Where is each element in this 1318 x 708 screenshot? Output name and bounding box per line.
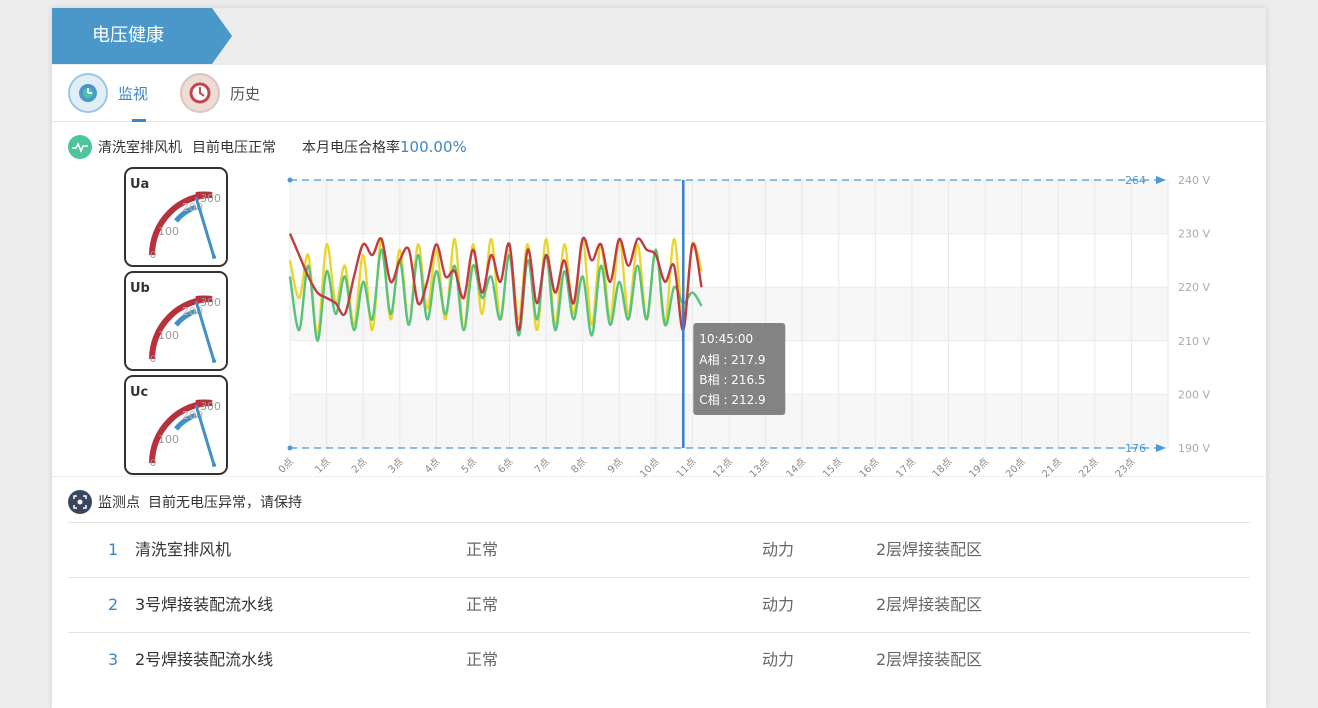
tooltip-reading: A相 : 217.9 (699, 353, 765, 367)
row-location: 2层焊接装配区 (876, 650, 983, 669)
monitor-point-message: 目前无电压异常，请保持 (148, 495, 302, 511)
tooltip-time: 10:45:00 (699, 332, 753, 346)
monitor-point-title: 监测点 (98, 495, 140, 511)
row-status: 正常 (466, 650, 499, 669)
row-index: 3 (108, 650, 119, 669)
pass-rate-label: 本月电压合格率 (302, 140, 400, 156)
row-index: 1 (108, 540, 119, 559)
tab-monitor-label: 监视 (118, 84, 149, 103)
limit-line-label: 176 (1125, 442, 1146, 455)
monitor-point-header: 监测点 目前无电压异常，请保持 (68, 490, 302, 514)
row-location: 2层焊接装配区 (876, 595, 983, 614)
x-tick-label: 4点 (422, 456, 442, 476)
voltage-chart[interactable]: 190 V 200 V 210 V 220 V 230 V 240 V 0点 1点 2点 3点 4点… (52, 156, 1266, 486)
limit-line-start (287, 177, 293, 183)
card-header: 电压健康 (52, 8, 1266, 65)
y-tick-label: 210 V (1178, 335, 1210, 348)
chart-tooltip: 10:45:00 A相 : 217.9 B相 : 216.5 C相 : 212.9 (693, 323, 786, 415)
target-icon (68, 490, 92, 514)
x-tick-label: 6点 (496, 456, 516, 476)
x-tick-label: 5点 (459, 456, 479, 476)
row-name: 清洗室排风机 (135, 540, 232, 559)
row-name: 3号焊接装配流水线 (135, 595, 274, 614)
row-index: 2 (108, 595, 119, 614)
y-tick-label: 190 V (1178, 442, 1210, 455)
tooltip-reading: B相 : 216.5 (699, 373, 765, 387)
pass-rate-value: 100.00% (400, 138, 467, 156)
row-status: 正常 (466, 595, 499, 614)
limit-line-label: 264 (1125, 174, 1146, 187)
table-row[interactable]: 3 2号焊接装配流水线 正常 动力 2层焊接装配区 (68, 632, 1250, 687)
voltage-health-card: 电压健康 监视 历史 清洗室排风机 目前电压正常 本月电压合格率 100.00%… (52, 8, 1266, 708)
y-tick-label: 200 V (1178, 388, 1210, 401)
row-type: 动力 (762, 595, 795, 614)
tab-monitor[interactable]: 监视 (68, 65, 149, 122)
x-tick-label: 8点 (569, 456, 589, 476)
tab-history[interactable]: 历史 (180, 65, 260, 121)
x-tick-label: 2点 (349, 456, 369, 476)
table-row[interactable]: 2 3号焊接装配流水线 正常 动力 2层焊接装配区 (68, 577, 1250, 632)
clock-icon (180, 73, 220, 113)
row-location: 2层焊接装配区 (876, 540, 983, 559)
limit-line-start (287, 445, 293, 451)
x-tick-label: 7点 (532, 456, 552, 476)
y-tick-label: 220 V (1178, 281, 1210, 294)
page-title: 电压健康 (52, 8, 232, 64)
y-tick-label: 240 V (1178, 174, 1210, 187)
x-tick-label: 3点 (386, 456, 406, 476)
monitor-point-table: 1 清洗室排风机 正常 动力 2层焊接装配区 2 3号焊接装配流水线 正常 动力… (68, 522, 1250, 687)
table-row[interactable]: 1 清洗室排风机 正常 动力 2层焊接装配区 (68, 522, 1250, 577)
section-divider (52, 476, 1266, 477)
x-tick-label: 1点 (313, 456, 333, 476)
tab-history-label: 历史 (230, 84, 261, 103)
device-name: 清洗室排风机 (98, 140, 182, 156)
x-tick-label: 9点 (605, 456, 625, 476)
tooltip-reading: C相 : 212.9 (699, 393, 765, 407)
x-tick-label: 0点 (276, 456, 296, 476)
row-status: 正常 (466, 540, 499, 559)
voltage-state: 目前电压正常 (192, 140, 276, 156)
row-type: 动力 (762, 650, 795, 669)
row-name: 2号焊接装配流水线 (135, 650, 274, 669)
tab-bar: 监视 历史 (52, 65, 1266, 122)
row-type: 动力 (762, 540, 795, 559)
y-tick-label: 230 V (1178, 228, 1210, 241)
monitor-icon (68, 73, 108, 113)
